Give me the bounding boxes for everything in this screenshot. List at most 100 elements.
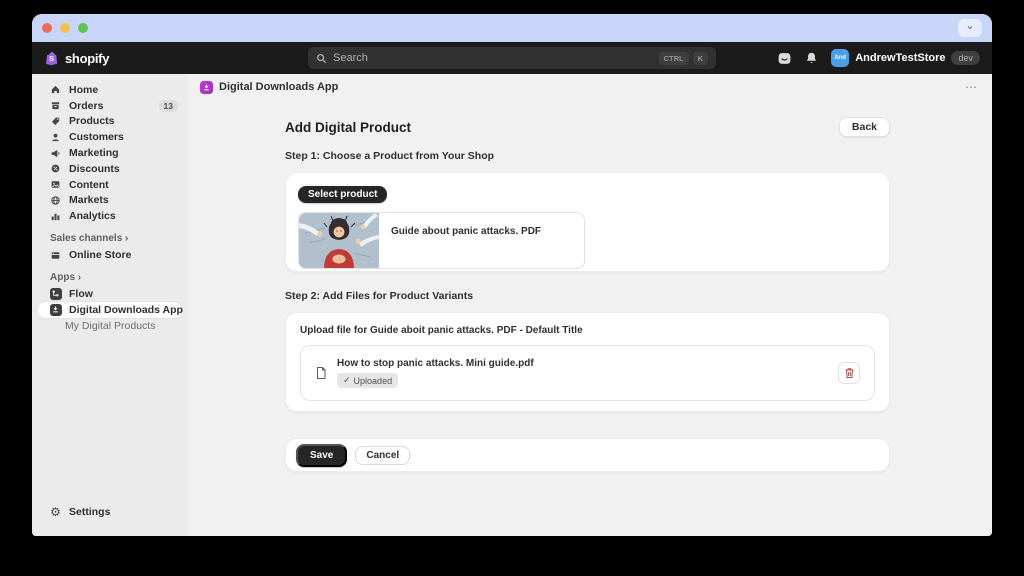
sidebar-item-online-store[interactable]: Online Store [32, 247, 188, 263]
sidebar-item-orders[interactable]: Orders 13 [32, 98, 188, 114]
save-button[interactable]: Save [296, 443, 348, 467]
section-chevron-icon: › [77, 271, 82, 283]
store-account-menu[interactable]: And AndrewTestStore dev [831, 49, 980, 67]
sidebar-item-markets[interactable]: Markets [32, 193, 188, 209]
sidebar-item-flow[interactable]: Flow [32, 286, 188, 302]
sidebar-item-marketing[interactable]: Marketing [32, 145, 188, 161]
close-window-button[interactable] [42, 23, 52, 33]
product-name: Guide about panic attacks. PDF [391, 226, 542, 237]
sidebar-item-label: Markets [69, 194, 109, 207]
products-tag-icon [50, 116, 61, 127]
cancel-button[interactable]: Cancel [355, 445, 411, 465]
product-thumbnail-image [299, 213, 379, 268]
minimize-window-button[interactable] [60, 23, 70, 33]
search-input[interactable]: Search CTRL K [308, 47, 716, 69]
window-titlebar: ⌄ [32, 14, 992, 42]
sidebar-item-products[interactable]: Products [32, 114, 188, 130]
search-shortcut: CTRL K [658, 51, 708, 65]
back-button[interactable]: Back [838, 117, 890, 137]
delete-file-button[interactable] [838, 362, 860, 384]
page-title: Add Digital Product [285, 119, 411, 135]
sidebar-item-label: Discounts [69, 162, 120, 175]
sidebar-item-label: Products [69, 115, 115, 128]
sidebar-item-label: Marketing [69, 147, 119, 160]
search-placeholder: Search [333, 52, 368, 64]
sidebar-item-discounts[interactable]: Discounts [32, 161, 188, 177]
section-chevron-icon: › [125, 233, 129, 245]
apps-label: Apps [50, 271, 75, 283]
digital-downloads-app-header-icon [200, 80, 213, 94]
traffic-lights [42, 23, 88, 33]
selected-product-row[interactable]: Guide about panic attacks. PDF [298, 212, 585, 269]
form-actions-card: Save Cancel [285, 438, 890, 472]
titlebar-chevron-button[interactable]: ⌄ [958, 19, 982, 37]
file-document-icon [315, 366, 327, 380]
gear-icon: ⚙ [50, 504, 61, 519]
analytics-bars-icon [50, 211, 61, 222]
discounts-icon [50, 163, 61, 174]
marketing-megaphone-icon [50, 148, 61, 159]
screen: ⌄ S shopify Search CTRL K And AndrewTest… [0, 0, 1024, 576]
sidebar-item-label: Orders [69, 99, 104, 112]
trash-icon [844, 367, 855, 379]
app-header-title: Digital Downloads App [219, 81, 339, 93]
kbd-ctrl: CTRL [658, 51, 689, 65]
upload-variant-label: Upload file for Guide aboit panic attack… [300, 325, 583, 336]
dev-badge: dev [951, 51, 980, 65]
inbox-icon[interactable] [777, 51, 792, 66]
content-icon [50, 179, 61, 190]
home-icon [50, 84, 61, 95]
sidebar-item-label: Online Store [69, 249, 132, 262]
sidebar-item-customers[interactable]: Customers [32, 129, 188, 145]
overflow-menu-icon[interactable]: ⋯ [965, 80, 978, 94]
uploaded-status-badge: ✓ Uploaded [337, 373, 399, 388]
sidebar-item-content[interactable]: Content [32, 177, 188, 193]
sales-channels-section[interactable]: Sales channels › [32, 233, 188, 244]
avatar: And [831, 49, 850, 67]
notifications-bell-icon[interactable] [805, 51, 818, 65]
topbar-actions: And AndrewTestStore dev [777, 49, 980, 67]
file-name: How to stop panic attacks. Mini guide.pd… [337, 358, 534, 369]
sidebar-item-label: Settings [69, 506, 111, 519]
sidebar: Home Orders 13 Products Customers Market… [32, 74, 188, 536]
kbd-k: K [692, 51, 708, 65]
shopify-wordmark: shopify [65, 50, 110, 66]
sidebar-item-my-digital-products[interactable]: My Digital Products [32, 318, 188, 334]
sidebar-item-label: Content [69, 178, 109, 191]
chevron-down-icon: ⌄ [965, 20, 975, 32]
apps-section[interactable]: Apps › [32, 272, 188, 283]
select-product-button[interactable]: Select product [298, 186, 388, 203]
check-icon: ✓ [343, 375, 351, 385]
step2-card: Upload file for Guide aboit panic attack… [285, 312, 890, 412]
orders-icon [50, 100, 61, 111]
digital-downloads-app-icon [49, 303, 62, 316]
step2-heading: Step 2: Add Files for Product Variants [285, 290, 474, 302]
sidebar-item-settings[interactable]: ⚙ Settings [32, 504, 188, 520]
search-icon [316, 53, 327, 64]
customers-icon [50, 132, 61, 143]
uploaded-label: Uploaded [353, 375, 393, 386]
svg-text:S: S [49, 54, 54, 63]
sidebar-item-digital-downloads-app[interactable]: Digital Downloads App [38, 301, 183, 318]
app-header: Digital Downloads App ⋯ [188, 74, 992, 100]
step1-heading: Step 1: Choose a Product from Your Shop [285, 150, 495, 162]
shopify-logo[interactable]: S shopify [44, 50, 109, 66]
step1-card: Select product Guide about panic attacks… [285, 172, 890, 272]
sidebar-item-label: Digital Downloads App [69, 303, 183, 316]
sidebar-item-label: Flow [69, 287, 93, 300]
zoom-window-button[interactable] [78, 23, 88, 33]
sidebar-item-label: Home [69, 83, 99, 96]
sales-channels-label: Sales channels [50, 233, 123, 245]
markets-globe-icon [50, 195, 61, 206]
sidebar-item-analytics[interactable]: Analytics [32, 208, 188, 224]
online-store-icon [50, 250, 61, 261]
shopify-bag-icon: S [44, 50, 60, 66]
browser-window: ⌄ S shopify Search CTRL K And AndrewTest… [32, 14, 992, 536]
orders-count-badge: 13 [158, 99, 178, 112]
sidebar-item-label: Customers [69, 131, 124, 144]
sidebar-subitem-label: My Digital Products [65, 319, 156, 332]
store-name: AndrewTestStore [855, 52, 946, 64]
flow-app-icon [49, 287, 62, 300]
sidebar-item-home[interactable]: Home [32, 82, 188, 98]
uploaded-file-row: How to stop panic attacks. Mini guide.pd… [300, 345, 875, 401]
